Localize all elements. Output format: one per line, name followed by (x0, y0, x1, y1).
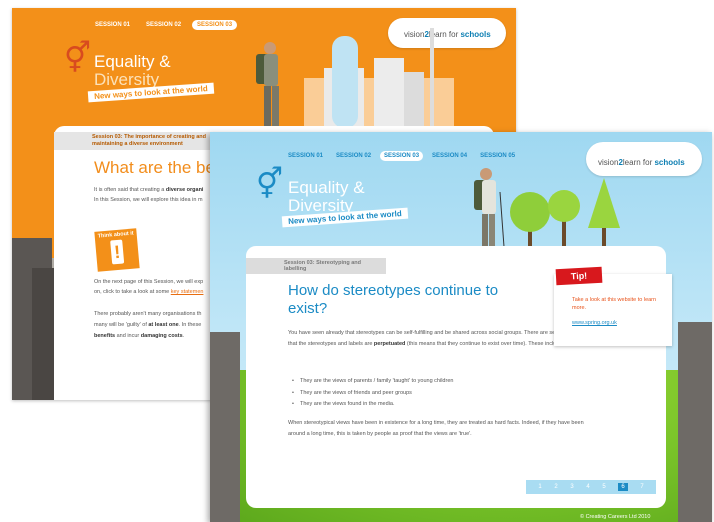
session-tab[interactable]: SESSION 01 (284, 151, 327, 161)
list-item: They are the views of parents / family '… (288, 376, 588, 388)
paragraph: It is often said that creating a diverse… (94, 186, 203, 195)
list-item: They are the views of friends and peer g… (288, 388, 588, 400)
session-nav: SESSION 01 SESSION 02 SESSION 03 (90, 20, 238, 30)
key-statements-link[interactable]: key statemen (171, 289, 204, 295)
tip-link[interactable]: www.spring.org.uk (572, 320, 617, 326)
bold-text: benefits (94, 333, 116, 339)
paragraph: many will be 'guilty' of at least one. I… (94, 321, 201, 330)
text-run: . In these (178, 322, 202, 328)
text-run: on, click to take a look at some (94, 289, 171, 295)
text-run: (this means that they continue to exist … (405, 341, 564, 347)
session-label: Session 03: Stereotyping and labelling (246, 258, 386, 274)
logo-title-line1: Equality & (288, 178, 365, 197)
page-pager: 1 2 3 4 5 6 7 (526, 480, 656, 494)
brand-schools: schools (460, 30, 491, 39)
bullet-list: They are the views of parents / family '… (288, 376, 588, 411)
page-link[interactable]: 7 (640, 484, 643, 490)
session-tab[interactable]: SESSION 01 (90, 20, 135, 30)
page-link[interactable]: 4 (586, 484, 589, 490)
building-shape (678, 322, 712, 522)
paragraph: There probably aren't many organisations… (94, 311, 202, 317)
text-run: . (182, 333, 185, 339)
think-about-it-badge[interactable]: Think about it ! (94, 228, 140, 272)
page-link[interactable]: 2 (554, 484, 557, 490)
session-nav: SESSION 01 SESSION 02 SESSION 03 SESSION… (284, 151, 519, 161)
building-shape (210, 332, 240, 522)
city-illustration (304, 28, 454, 130)
think-label: Think about it (97, 230, 134, 240)
intro-paragraph: You have seen already that stereotypes c… (288, 328, 588, 350)
copyright-text: © Creating Careers Ltd 2010 (580, 514, 651, 520)
exclamation-icon: ! (110, 239, 125, 265)
front-window-session-page: SESSION 01 SESSION 02 SESSION 03 SESSION… (210, 132, 712, 522)
text-run: It is often said that creating a (94, 187, 166, 193)
list-item: They are the views found in the media. (288, 399, 588, 411)
page-link[interactable]: 5 (602, 484, 605, 490)
screenshot-stage: SESSION 01 SESSION 02 SESSION 03 vision2… (0, 0, 714, 522)
bold-text: perpetuated (373, 341, 406, 347)
gender-symbol-icon: ⚥ (64, 42, 92, 75)
page-heading: How do stereotypes continue to exist? (288, 282, 499, 317)
page-link[interactable]: 1 (538, 484, 541, 490)
session-tab[interactable]: SESSION 05 (476, 151, 519, 161)
bold-text: diverse organi (165, 187, 204, 193)
tip-text: Take a look at this website to learn mor… (572, 297, 657, 311)
gender-symbol-icon: ⚥ (256, 168, 284, 201)
session-tab-active[interactable]: SESSION 03 (192, 20, 238, 30)
closing-paragraph: When stereotypical views have been in ex… (288, 420, 584, 437)
session-tab[interactable]: SESSION 02 (332, 151, 375, 161)
paragraph: on, click to take a look at some key sta… (94, 288, 203, 297)
paragraph: On the next page of this Session, we wil… (94, 279, 204, 285)
text-run: and incur (115, 333, 141, 339)
page-link[interactable]: 3 (570, 484, 573, 490)
session-label: Session 03: The importance of creating a… (54, 132, 214, 150)
page-heading: What are the ber (94, 158, 221, 177)
logo-title-line1: Equality & (94, 52, 171, 71)
paragraph: benefits and incur damaging costs. (94, 332, 184, 341)
bold-text: at least one (148, 322, 179, 328)
session-tab[interactable]: SESSION 02 (141, 20, 186, 30)
tip-badge: Tip! (555, 266, 603, 286)
brand-schools: schools (654, 158, 685, 167)
session-tab[interactable]: SESSION 04 (428, 151, 471, 161)
session-tab-active[interactable]: SESSION 03 (380, 151, 424, 161)
text-run: many will be 'guilty' of (94, 322, 149, 328)
page-link-current[interactable]: 6 (618, 483, 628, 491)
paragraph: In this Session, we will explore this id… (94, 197, 203, 203)
tip-box: Tip! Take a look at this website to lear… (554, 266, 672, 346)
bold-text: damaging costs (140, 333, 183, 339)
